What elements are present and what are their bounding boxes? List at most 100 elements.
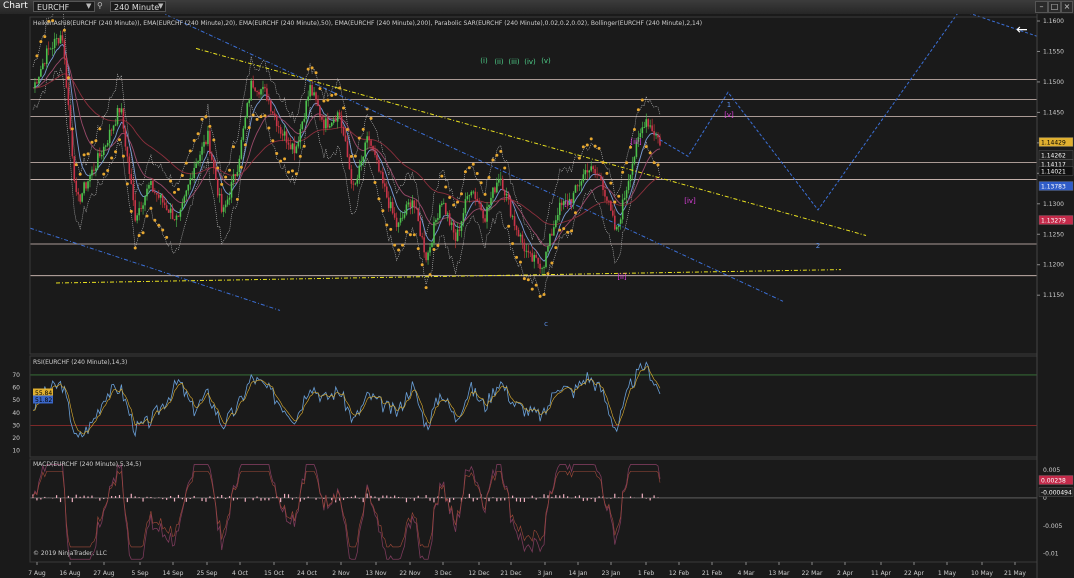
candle-body xyxy=(220,194,223,212)
candle-body xyxy=(301,121,304,130)
candle-body xyxy=(85,182,87,189)
macd-histogram-bar xyxy=(586,497,588,501)
candle-body xyxy=(629,174,632,182)
candle-body xyxy=(468,195,471,197)
x-tick-label: 3 Dec xyxy=(434,570,451,577)
chevron-down-icon[interactable]: ▼ xyxy=(86,2,91,10)
macd-histogram-bar xyxy=(362,497,364,503)
macd-histogram-bar xyxy=(441,496,443,498)
sar-dot xyxy=(196,132,200,136)
candle-body xyxy=(181,202,184,210)
macd-histogram-bar xyxy=(268,497,270,501)
macd-histogram-bar xyxy=(610,497,612,499)
x-tick-label: 22 Mar xyxy=(802,570,823,577)
sar-dot xyxy=(570,229,574,233)
sar-dot xyxy=(625,161,629,165)
candle-body xyxy=(362,156,365,162)
sar-dot xyxy=(471,162,475,166)
rsi-tick-label: 60 xyxy=(12,385,20,392)
candle-body xyxy=(61,35,64,41)
chevron-down-icon[interactable]: ▼ xyxy=(158,2,163,10)
rsi-value-text: 51.82 xyxy=(35,397,52,404)
macd-tick-label: -0.01 xyxy=(1043,551,1059,558)
sar-dot xyxy=(605,171,609,175)
macd-histogram-bar xyxy=(519,497,522,502)
macd-histogram-bar xyxy=(590,497,592,500)
candle-body xyxy=(108,129,111,144)
candle-body xyxy=(592,166,594,170)
back-arrow-icon[interactable]: ← xyxy=(1016,22,1028,38)
sar-dot xyxy=(640,98,644,102)
sar-dot xyxy=(550,261,554,265)
sar-dot xyxy=(314,71,318,75)
sar-dot xyxy=(255,117,259,121)
candle-body xyxy=(452,222,455,233)
x-tick-label: 22 Apr xyxy=(904,570,924,577)
x-tick-label: 1 May xyxy=(938,570,957,577)
close-icon[interactable]: × xyxy=(1061,1,1073,13)
minimize-icon[interactable]: – xyxy=(1035,1,1048,13)
candle-body xyxy=(525,250,528,252)
sar-dot xyxy=(279,159,283,163)
sar-dot xyxy=(495,153,499,157)
candle-body xyxy=(232,174,235,183)
rsi-panel-title: RSI(EURCHF (240 Minute),14,3) xyxy=(33,359,128,366)
sar-dot xyxy=(593,144,597,148)
candle-body xyxy=(325,118,327,129)
candle-body xyxy=(114,124,117,126)
candle-body xyxy=(191,178,194,179)
candle-body xyxy=(450,222,453,225)
sar-dot xyxy=(326,98,330,102)
sar-dot xyxy=(306,67,310,71)
candle-body xyxy=(537,257,539,264)
sar-dot xyxy=(613,200,617,204)
candle-body xyxy=(344,135,347,142)
sar-dot xyxy=(310,66,314,70)
candle-body xyxy=(612,210,614,216)
sar-dot xyxy=(566,230,570,234)
macd-histogram-bar xyxy=(280,497,282,503)
x-tick-label: 16 Aug xyxy=(59,570,80,577)
sar-dot xyxy=(169,179,173,183)
candle-body xyxy=(203,141,205,147)
sar-dot xyxy=(204,115,208,119)
x-tick-label: 4 Oct xyxy=(232,570,249,577)
wave-label: (ii) xyxy=(494,58,504,66)
candle-body xyxy=(462,212,465,222)
sar-dot xyxy=(420,263,424,267)
candle-body xyxy=(368,136,370,141)
candle-body xyxy=(240,139,243,159)
candle-body xyxy=(558,202,561,215)
candle-body xyxy=(539,263,541,269)
candle-body xyxy=(625,190,628,198)
candle-body xyxy=(285,131,288,143)
candle-body xyxy=(238,158,241,173)
price-label-text: 1.13783 xyxy=(1041,184,1066,191)
chart-canvas[interactable]: (i) (ii) (iii) (iv) (v) [i] [ii] [iii] [iv] [v] c 2… xyxy=(0,14,1074,578)
sar-dot xyxy=(208,124,212,128)
wave-label: 2 xyxy=(816,242,820,250)
sar-dot xyxy=(302,144,306,148)
sar-dot xyxy=(228,168,232,172)
x-tick-label: 21 Feb xyxy=(702,570,722,577)
candle-body xyxy=(79,194,81,202)
candle-body xyxy=(615,227,618,230)
x-tick-label: 11 Apr xyxy=(871,570,891,577)
macd-histogram-bar xyxy=(189,497,191,500)
macd-histogram-bar xyxy=(354,495,356,498)
candle-body xyxy=(553,227,555,236)
search-icon[interactable]: ⚲ xyxy=(97,1,103,10)
sar-dot xyxy=(369,116,373,120)
candle-body xyxy=(641,127,644,134)
candle-body xyxy=(211,153,213,160)
candle-body xyxy=(633,156,636,164)
candle-body xyxy=(645,119,648,128)
candle-body xyxy=(484,218,486,222)
candle-body xyxy=(140,208,142,209)
wave-label: (i) xyxy=(480,57,488,65)
sar-dot xyxy=(562,227,566,231)
candle-body xyxy=(507,193,510,199)
candle-body xyxy=(36,82,38,84)
sar-dot xyxy=(70,127,74,131)
maximize-icon[interactable]: □ xyxy=(1048,1,1061,13)
